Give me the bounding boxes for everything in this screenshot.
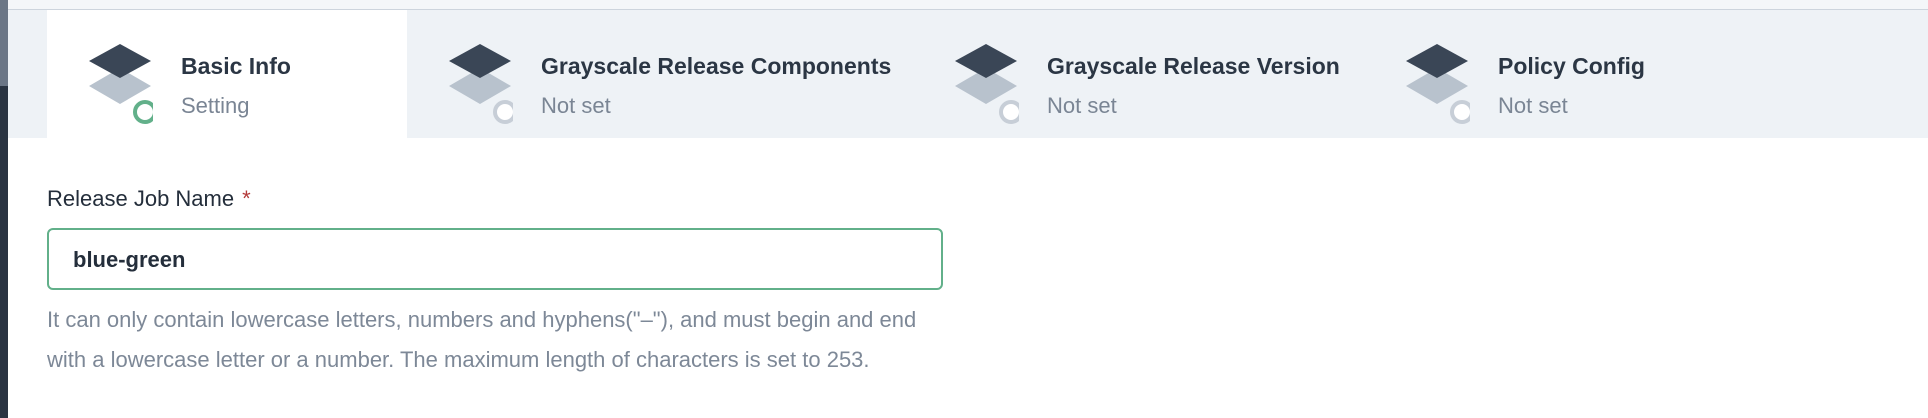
layers-icon [1406, 44, 1470, 124]
release-job-name-input[interactable] [73, 244, 913, 276]
step-status: Setting [181, 93, 250, 118]
release-job-name-field[interactable] [47, 228, 943, 290]
step-title: Grayscale Release Components [541, 53, 892, 79]
step-grayscale-release-version[interactable]: Grayscale Release Version Not set [913, 10, 1363, 138]
step-status: Not set [1498, 93, 1568, 118]
step-title: Policy Config [1498, 53, 1645, 79]
release-job-name-label: Release Job Name * [47, 186, 251, 212]
helper-text: It can only contain lowercase letters, n… [47, 307, 917, 372]
step-policy-config[interactable]: Policy Config Not set [1364, 10, 1724, 138]
window-edge [0, 0, 8, 418]
required-mark: * [242, 186, 251, 211]
step-status: Not set [1047, 93, 1117, 118]
layers-icon [955, 44, 1019, 124]
step-basic-info[interactable]: Basic Info Setting [47, 10, 407, 138]
step-status: Not set [541, 93, 611, 118]
top-divider [8, 0, 1928, 10]
layers-icon [89, 44, 153, 124]
step-title: Grayscale Release Version [1047, 53, 1340, 79]
step-grayscale-release-components[interactable]: Grayscale Release Components Not set [407, 10, 907, 138]
label-text: Release Job Name [47, 186, 235, 211]
layers-icon [449, 44, 513, 124]
step-title: Basic Info [181, 53, 291, 79]
